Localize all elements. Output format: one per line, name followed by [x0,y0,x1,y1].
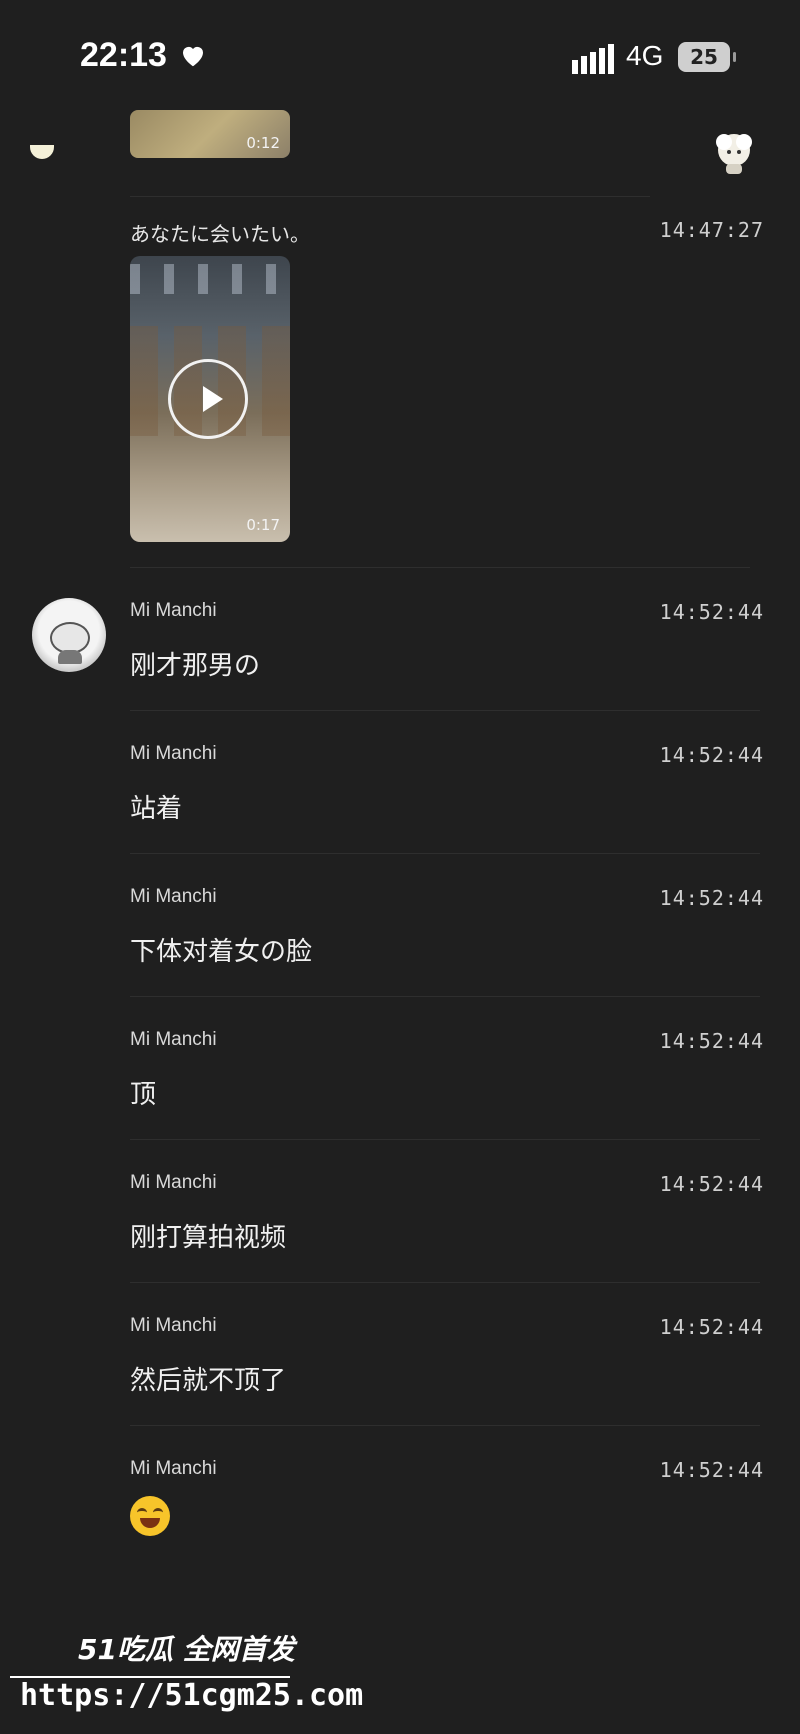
divider [130,1425,760,1426]
battery-icon: 25 [678,42,736,72]
sender-name: Mi Manchi [130,886,217,907]
message-text: 刚才那男の [130,651,261,681]
laughing-tears-emoji [130,1496,170,1536]
divider [130,710,760,711]
video-frame [130,264,290,294]
partial-avatar-icon [30,145,54,159]
message-text: 然后就不顶了 [130,1366,287,1396]
divider [130,1139,760,1140]
heart-icon [183,46,203,67]
sender-name: Mi Manchi [130,600,217,621]
divider [130,567,750,568]
clock: 22:13 [80,36,167,74]
message-text: 下体对着女の脸 [130,937,313,967]
sender-name: Mi Manchi [130,1172,217,1193]
message-text: 刚打算拍视频 [130,1223,287,1253]
network-type: 4G [626,40,664,71]
message-text: あなたに会いたい。 [130,222,310,246]
signal-icon [572,44,614,74]
video-thumbnail[interactable]: 0:17 [130,256,290,542]
message-time: 14:52:44 [659,1172,764,1196]
watermark-brand: 51吃瓜 全网首发 [78,1633,295,1666]
message-time: 14:52:44 [659,600,764,624]
sender-name: Mi Manchi [130,743,217,764]
message-text: 站着 [130,794,183,824]
message-time: 14:52:44 [659,1315,764,1339]
divider [130,1282,760,1283]
sender-name: Mi Manchi [130,1315,217,1336]
status-bar: 22:13 4G 25 [0,0,800,110]
video-duration: 0:12 [246,134,280,152]
sender-name: Mi Manchi [130,1458,217,1479]
divider [130,853,760,854]
message-time: 14:52:44 [659,743,764,767]
play-icon[interactable] [168,359,248,439]
user-avatar-icon[interactable] [712,130,756,176]
video-thumbnail[interactable]: 0:12 [130,110,290,158]
message-time: 14:47:27 [659,218,764,242]
message-time: 14:52:44 [659,1029,764,1053]
battery-level: 25 [690,45,718,69]
watermark-url: https://51cgm25.com [20,1678,364,1713]
message-time: 14:52:44 [659,1458,764,1482]
divider [130,996,760,997]
sender-name: Mi Manchi [130,1029,217,1050]
video-duration: 0:17 [246,516,280,534]
avatar[interactable] [32,598,106,672]
divider [130,196,650,197]
message-text: 顶 [130,1080,157,1110]
message-time: 14:52:44 [659,886,764,910]
